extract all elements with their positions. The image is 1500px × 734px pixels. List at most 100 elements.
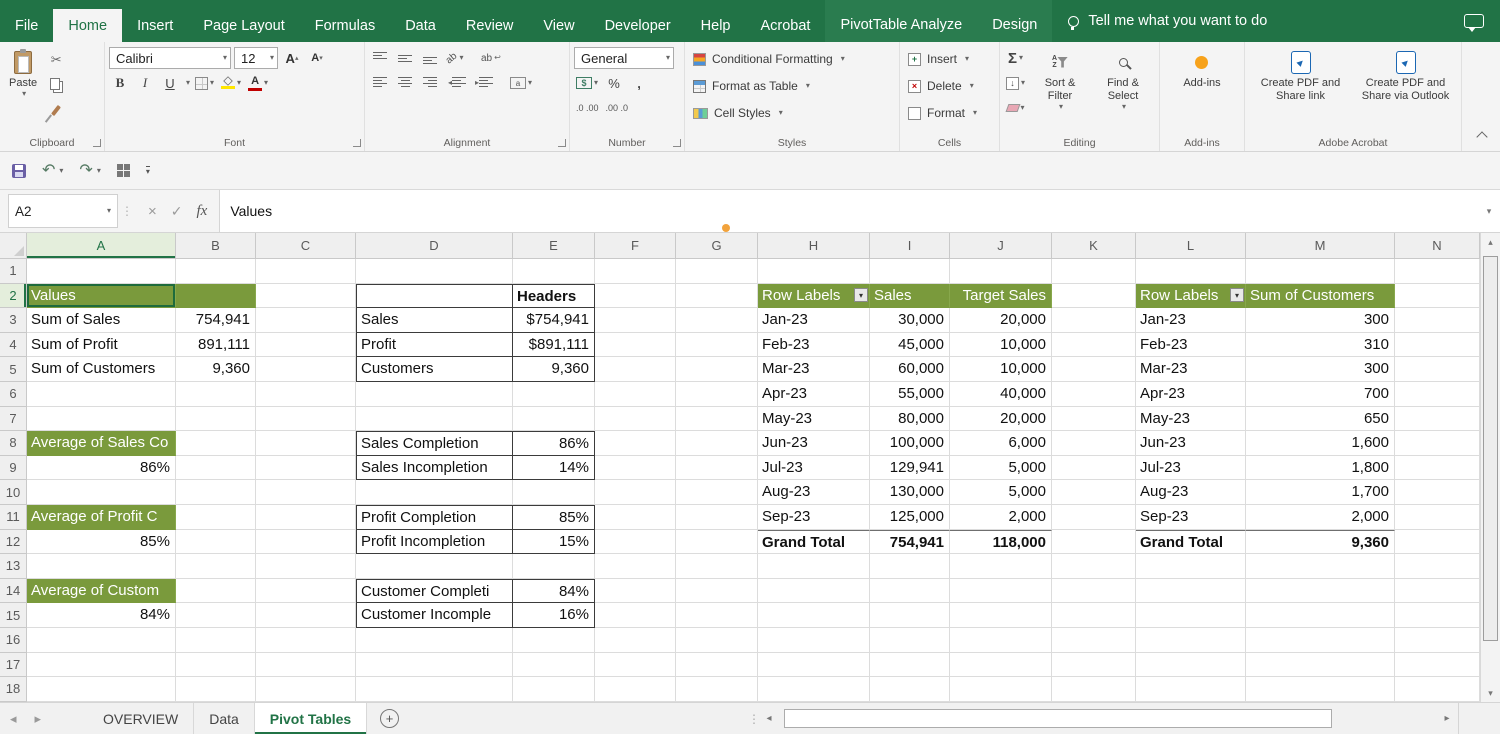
column-header-J[interactable]: J bbox=[950, 233, 1052, 259]
cell-B7[interactable] bbox=[176, 406, 256, 432]
format-cells-button[interactable]: Format ▾ bbox=[904, 101, 981, 125]
ribbon-tab-review[interactable]: Review bbox=[451, 9, 529, 42]
cell-L11[interactable]: Sep-23 bbox=[1136, 505, 1246, 530]
delete-cells-button[interactable]: × Delete ▾ bbox=[904, 74, 981, 98]
font-size-combo[interactable]: 12 ▾ bbox=[234, 47, 278, 69]
paste-button[interactable]: Paste ▾ bbox=[4, 47, 42, 133]
cancel-icon[interactable]: × bbox=[148, 203, 157, 220]
cell-C13[interactable] bbox=[256, 554, 356, 579]
scroll-down-icon[interactable]: ▾ bbox=[1481, 684, 1500, 702]
cell-A10[interactable] bbox=[27, 480, 176, 505]
cell-K16[interactable] bbox=[1052, 628, 1136, 653]
horizontal-scrollbar[interactable] bbox=[780, 708, 1436, 729]
insert-function-icon[interactable]: fx bbox=[197, 203, 208, 220]
cell-D2[interactable] bbox=[356, 283, 513, 309]
cell-G4[interactable] bbox=[676, 332, 758, 358]
cell-J6[interactable]: 40,000 bbox=[950, 382, 1052, 407]
cell-J8[interactable]: 6,000 bbox=[950, 431, 1052, 456]
column-header-F[interactable]: F bbox=[595, 233, 676, 259]
cell-L17[interactable] bbox=[1136, 652, 1246, 678]
cell-K17[interactable] bbox=[1052, 652, 1136, 678]
cell-I4[interactable]: 45,000 bbox=[870, 332, 950, 358]
cell-F11[interactable] bbox=[595, 505, 676, 530]
formula-input[interactable]: Values bbox=[220, 190, 1478, 232]
cell-D17[interactable] bbox=[356, 652, 513, 678]
cell-D4[interactable]: Profit bbox=[356, 332, 513, 358]
cell-A5[interactable]: Sum of Customers bbox=[27, 357, 176, 382]
cell-J5[interactable]: 10,000 bbox=[950, 357, 1052, 382]
row-header-12[interactable]: 12 bbox=[0, 529, 27, 555]
select-all-corner[interactable] bbox=[0, 233, 27, 259]
cell-J9[interactable]: 5,000 bbox=[950, 455, 1052, 481]
ribbon-tab-formulas[interactable]: Formulas bbox=[300, 9, 390, 42]
column-header-I[interactable]: I bbox=[870, 233, 950, 259]
cell-B12[interactable] bbox=[176, 529, 256, 555]
copy-button[interactable] bbox=[45, 74, 67, 96]
column-header-M[interactable]: M bbox=[1246, 233, 1395, 259]
clear-button[interactable]: ▾ bbox=[1004, 97, 1027, 119]
cell-H17[interactable] bbox=[758, 652, 870, 678]
cell-E18[interactable] bbox=[513, 677, 595, 702]
column-header-K[interactable]: K bbox=[1052, 233, 1136, 259]
cell-I6[interactable]: 55,000 bbox=[870, 382, 950, 407]
cell-L14[interactable] bbox=[1136, 578, 1246, 604]
cell-N9[interactable] bbox=[1395, 455, 1480, 481]
cell-F18[interactable] bbox=[595, 677, 676, 702]
cell-A4[interactable]: Sum of Profit bbox=[27, 332, 176, 358]
cell-H6[interactable]: Apr-23 bbox=[758, 382, 870, 407]
cell-H18[interactable] bbox=[758, 677, 870, 702]
row-header-14[interactable]: 14 bbox=[0, 578, 27, 604]
align-left-button[interactable] bbox=[369, 72, 391, 94]
cell-B10[interactable] bbox=[176, 480, 256, 505]
dialog-launcher-icon[interactable] bbox=[558, 139, 566, 147]
column-header-E[interactable]: E bbox=[513, 233, 595, 259]
sort-filter-button[interactable]: AZ Sort & Filter ▾ bbox=[1030, 47, 1090, 133]
align-right-button[interactable] bbox=[419, 72, 441, 94]
scroll-left-icon[interactable]: ◂ bbox=[760, 708, 778, 729]
cell-K14[interactable] bbox=[1052, 578, 1136, 604]
cell-C4[interactable] bbox=[256, 332, 356, 358]
decrease-decimal-button[interactable]: .00 .0 bbox=[604, 97, 631, 119]
cell-G11[interactable] bbox=[676, 505, 758, 530]
row-header-10[interactable]: 10 bbox=[0, 480, 27, 505]
cell-K6[interactable] bbox=[1052, 382, 1136, 407]
cell-B11[interactable] bbox=[176, 505, 256, 530]
cell-A11[interactable]: Average of Profit C bbox=[27, 505, 176, 530]
cell-E1[interactable] bbox=[513, 259, 595, 284]
cell-N16[interactable] bbox=[1395, 628, 1480, 653]
cell-L10[interactable]: Aug-23 bbox=[1136, 480, 1246, 505]
bold-button[interactable]: B bbox=[109, 72, 131, 94]
cell-N1[interactable] bbox=[1395, 259, 1480, 284]
tab-scrollbar-splitter[interactable]: ⋮ bbox=[748, 703, 760, 734]
cell-L1[interactable] bbox=[1136, 259, 1246, 284]
cell-A1[interactable] bbox=[27, 259, 176, 284]
cell-D10[interactable] bbox=[356, 480, 513, 505]
cell-N17[interactable] bbox=[1395, 652, 1480, 678]
cell-N12[interactable] bbox=[1395, 529, 1480, 555]
ribbon-tab-pivottable-analyze[interactable]: PivotTable Analyze bbox=[825, 0, 978, 42]
cell-A14[interactable]: Average of Custom bbox=[27, 578, 176, 604]
cell-B17[interactable] bbox=[176, 652, 256, 678]
cell-D8[interactable]: Sales Completion bbox=[356, 431, 513, 456]
cell-N11[interactable] bbox=[1395, 505, 1480, 530]
cell-C1[interactable] bbox=[256, 259, 356, 284]
cell-E8[interactable]: 86% bbox=[513, 431, 595, 456]
cell-M12[interactable]: 9,360 bbox=[1246, 529, 1395, 555]
cell-H12[interactable]: Grand Total bbox=[758, 529, 870, 555]
cell-D11[interactable]: Profit Completion bbox=[356, 505, 513, 530]
wrap-text-button[interactable]: ab ↩ bbox=[479, 47, 503, 69]
cell-G3[interactable] bbox=[676, 308, 758, 333]
cell-C9[interactable] bbox=[256, 455, 356, 481]
ribbon-tab-view[interactable]: View bbox=[528, 9, 589, 42]
cell-F5[interactable] bbox=[595, 357, 676, 382]
cell-N14[interactable] bbox=[1395, 578, 1480, 604]
create-pdf-share-outlook-button[interactable]: ▸ Create PDF and Share via Outlook bbox=[1355, 47, 1457, 133]
cell-J10[interactable]: 5,000 bbox=[950, 480, 1052, 505]
cell-M2[interactable]: Sum of Customers bbox=[1246, 283, 1395, 309]
cell-I18[interactable] bbox=[870, 677, 950, 702]
row-header-1[interactable]: 1 bbox=[0, 259, 27, 284]
collapse-ribbon-icon[interactable] bbox=[1476, 131, 1488, 143]
cell-I10[interactable]: 130,000 bbox=[870, 480, 950, 505]
cell-B5[interactable]: 9,360 bbox=[176, 357, 256, 382]
cell-N10[interactable] bbox=[1395, 480, 1480, 505]
